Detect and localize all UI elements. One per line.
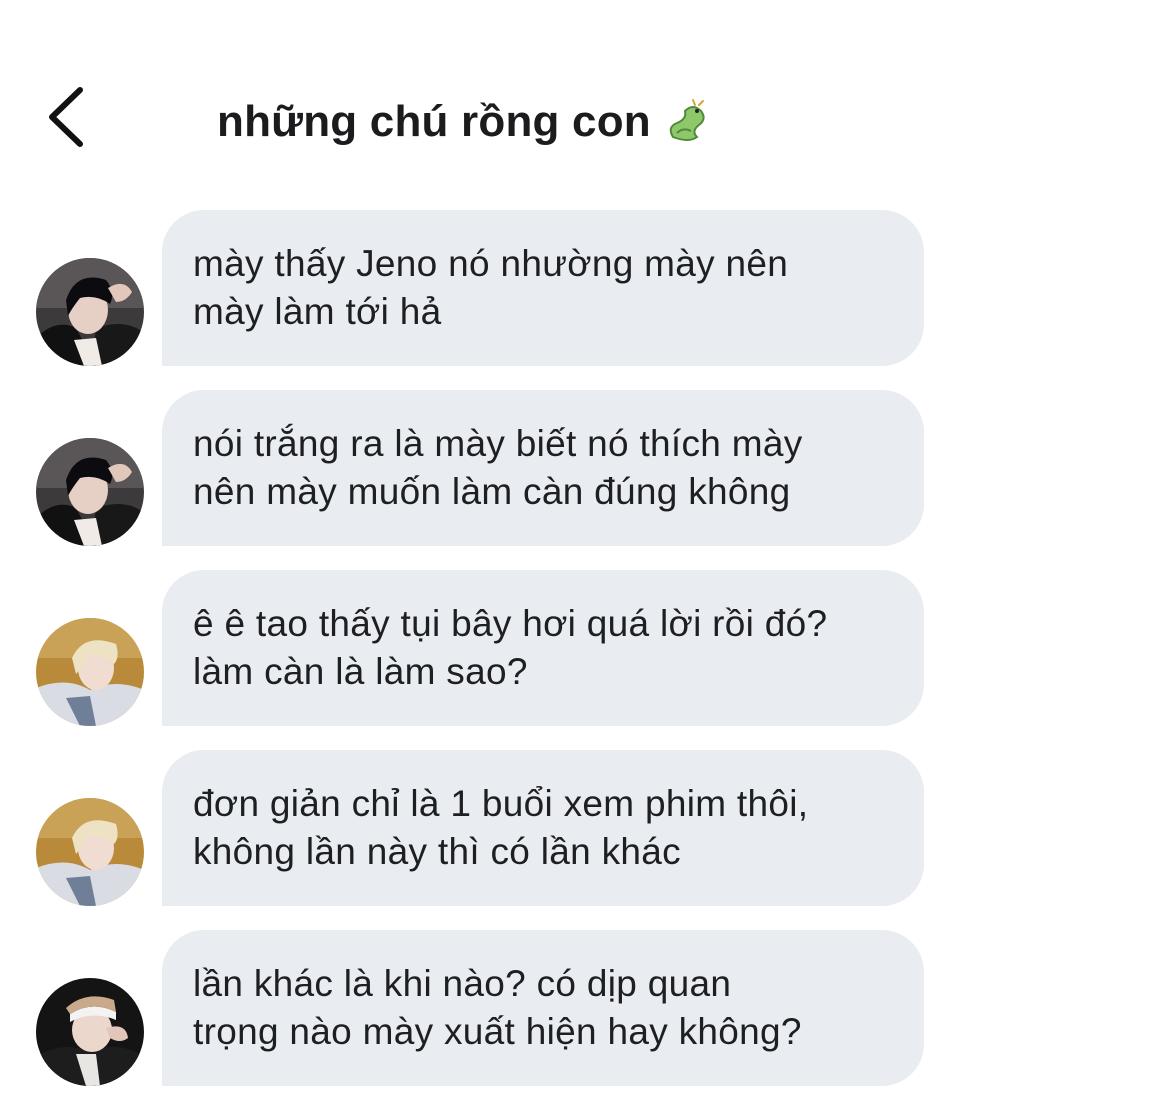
- dragon-icon: [663, 97, 713, 147]
- message-text: nói trắng ra là mày biết nó thích mày nê…: [193, 423, 803, 512]
- message-bubble[interactable]: nói trắng ra là mày biết nó thích mày nê…: [162, 390, 924, 546]
- avatar-image: [36, 438, 144, 546]
- avatar[interactable]: [36, 798, 144, 906]
- avatar[interactable]: [36, 978, 144, 1086]
- message-bubble[interactable]: đơn giản chỉ là 1 buổi xem phim thôi, kh…: [162, 750, 924, 906]
- message-bubble[interactable]: mày thấy Jeno nó nhường mày nên mày làm …: [162, 210, 924, 366]
- message-row: đơn giản chỉ là 1 buổi xem phim thôi, kh…: [0, 750, 1169, 906]
- message-row: ê ê tao thấy tụi bây hơi quá lời rồi đó?…: [0, 570, 1169, 726]
- message-bubble[interactable]: ê ê tao thấy tụi bây hơi quá lời rồi đó?…: [162, 570, 924, 726]
- avatar-image: [36, 798, 144, 906]
- chat-title-wrap[interactable]: những chú rồng con: [217, 92, 713, 152]
- message-row: nói trắng ra là mày biết nó thích mày nê…: [0, 390, 1169, 546]
- message-text: mày thấy Jeno nó nhường mày nên mày làm …: [193, 243, 789, 332]
- avatar[interactable]: [36, 618, 144, 726]
- message-row: mày thấy Jeno nó nhường mày nên mày làm …: [0, 210, 1169, 366]
- back-button[interactable]: [40, 82, 96, 152]
- message-row: lần khác là khi nào? có dịp quan trọng n…: [0, 930, 1169, 1086]
- chat-title: những chú rồng con: [217, 97, 651, 146]
- avatar-image: [36, 258, 144, 366]
- message-bubble[interactable]: lần khác là khi nào? có dịp quan trọng n…: [162, 930, 924, 1086]
- chevron-left-icon: [49, 87, 83, 147]
- message-text: đơn giản chỉ là 1 buổi xem phim thôi, kh…: [193, 783, 809, 872]
- chat-header: những chú rồng con: [0, 0, 1169, 190]
- avatar[interactable]: [36, 438, 144, 546]
- message-text: ê ê tao thấy tụi bây hơi quá lời rồi đó?…: [193, 603, 828, 692]
- message-text: lần khác là khi nào? có dịp quan trọng n…: [193, 963, 802, 1052]
- avatar-image: [36, 618, 144, 726]
- avatar-image: [36, 978, 144, 1086]
- avatar[interactable]: [36, 258, 144, 366]
